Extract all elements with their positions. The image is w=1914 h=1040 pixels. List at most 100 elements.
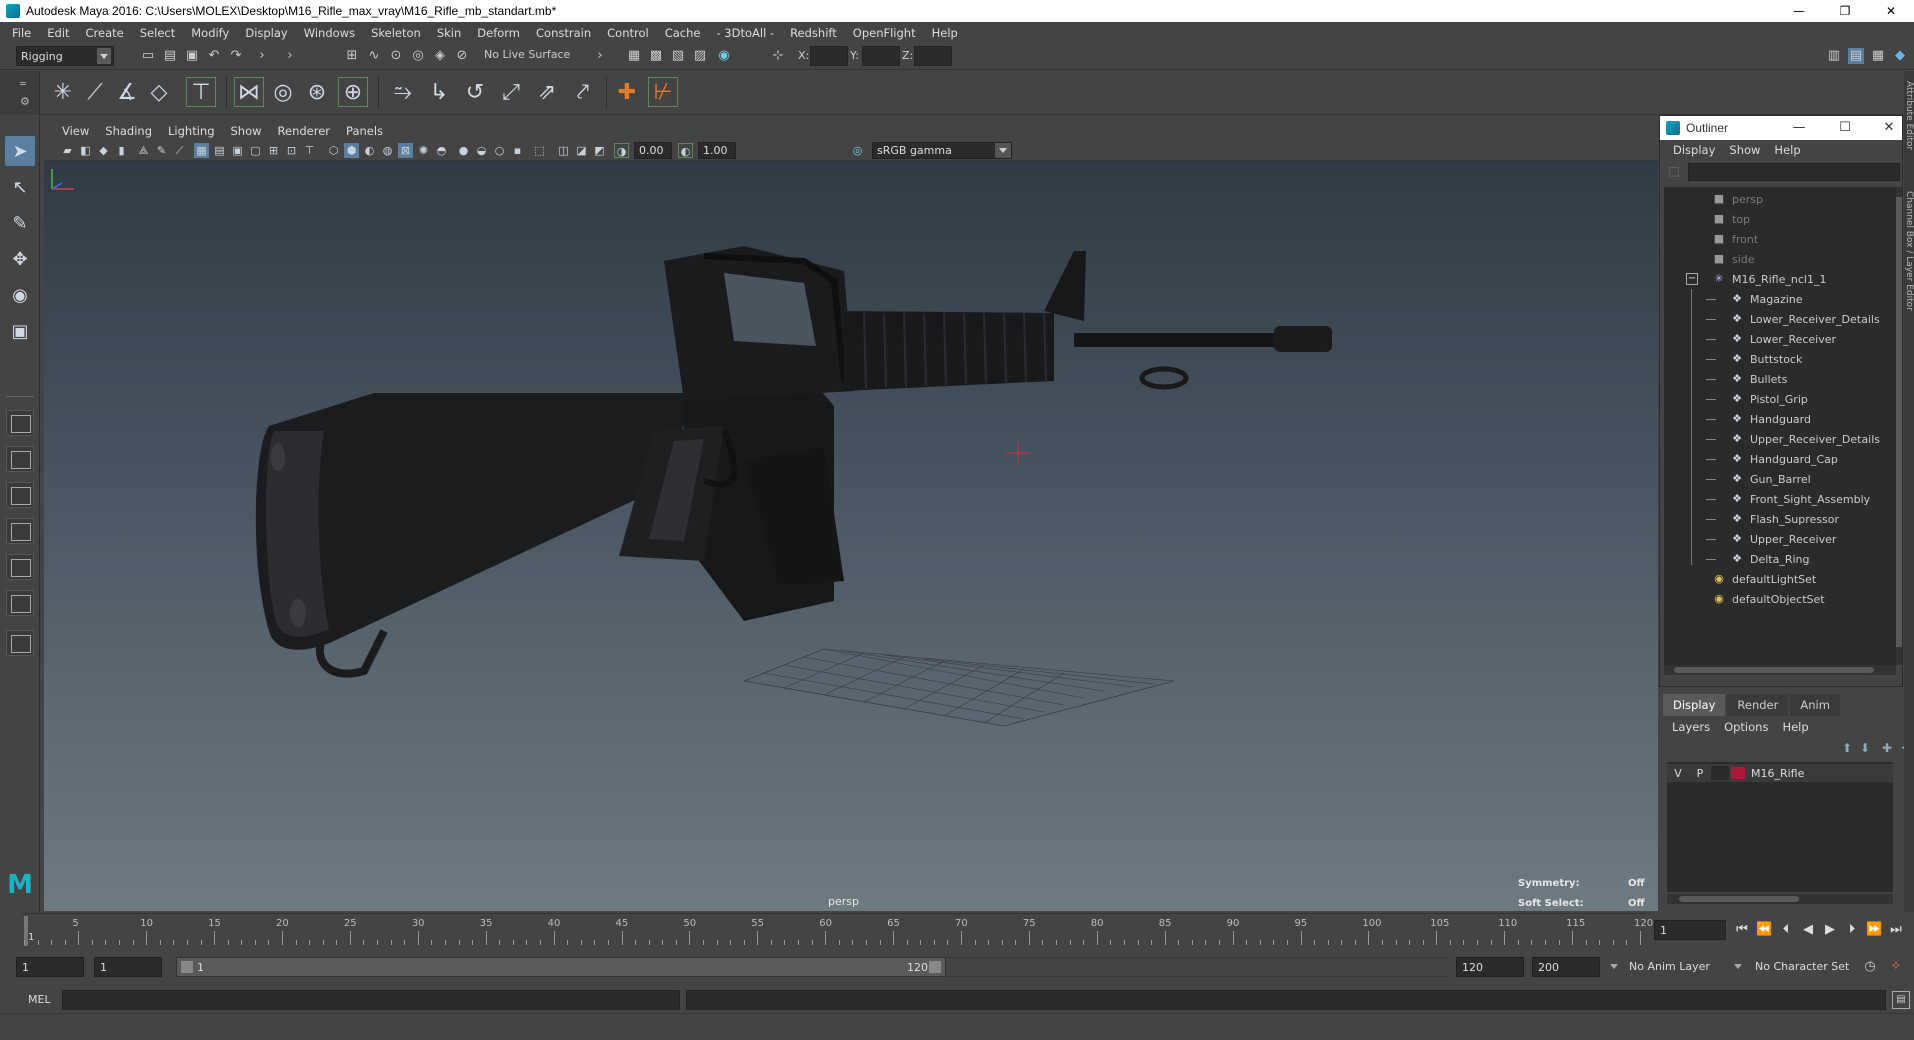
tree-item-camera[interactable]: ■ side <box>1664 249 1896 269</box>
tree-item-mesh[interactable]: ❖ Handguard <box>1664 409 1896 429</box>
scrollbar-thumb[interactable] <box>1896 197 1902 647</box>
attribute-editor-icon[interactable]: ▤ <box>1848 48 1864 64</box>
snap-curve-icon[interactable]: ∿ <box>366 48 382 64</box>
menu-cache[interactable]: Cache <box>657 26 709 40</box>
tree-item-mesh[interactable]: ❖ Gun_Barrel <box>1664 469 1896 489</box>
time-slider[interactable]: 1 5 10 15 20 25 30 35 40 45 50 55 60 65 70 75 80 85 90 95 1… <box>22 913 1653 947</box>
save-scene-icon[interactable]: ▣ <box>184 48 200 64</box>
expand-arrow-icon-3[interactable]: › <box>592 48 608 64</box>
scrollbar-thumb[interactable] <box>1679 896 1799 902</box>
tree-item-mesh[interactable]: ❖ Upper_Receiver <box>1664 529 1896 549</box>
auto-key-icon[interactable]: ◷ <box>1862 959 1878 975</box>
go-to-start-icon[interactable]: ⏮ <box>1734 922 1750 938</box>
multisample-aa-icon[interactable]: ○ <box>492 143 507 158</box>
step-back-frame-icon[interactable]: ⏴ <box>1778 922 1794 938</box>
anim-layer-dropdown[interactable]: No Anim Layer <box>1610 957 1744 977</box>
new-scene-icon[interactable]: ▭ <box>140 48 156 64</box>
gamma-icon[interactable]: ◐ <box>678 143 693 158</box>
tree-item-mesh[interactable]: ❖ Handguard_Cap <box>1664 449 1896 469</box>
channel-box-tab[interactable]: Channel Box / Layer Editor <box>1904 191 1914 311</box>
point-constraint-icon[interactable]: ↳ <box>424 77 454 107</box>
outliner-menu-show[interactable]: Show <box>1722 143 1767 157</box>
go-to-end-icon[interactable]: ⏭ <box>1888 922 1904 938</box>
minimize-button[interactable]: — <box>1776 0 1822 22</box>
tree-item-mesh[interactable]: ❖ Lower_Receiver_Details <box>1664 309 1896 329</box>
exposure-field[interactable]: 0.00 <box>634 142 672 159</box>
group-locator-icon[interactable]: ⊬ <box>648 77 678 107</box>
parent-constraint-icon[interactable]: ⥲ <box>388 77 418 107</box>
outliner-horizontal-scrollbar[interactable] <box>1664 665 1896 675</box>
menu-edit[interactable]: Edit <box>39 26 77 40</box>
shadows-icon[interactable]: ◓ <box>434 143 449 158</box>
aim-constraint-icon[interactable]: ⇗ <box>532 77 562 107</box>
menu-openflight[interactable]: OpenFlight <box>845 26 924 40</box>
tree-item-mesh[interactable]: ❖ Pistol_Grip <box>1664 389 1896 409</box>
tab-display[interactable]: Display <box>1663 694 1726 716</box>
tree-item-mesh[interactable]: ❖ Buttstock <box>1664 349 1896 369</box>
shelf-menu-icon[interactable]: ═ <box>20 79 26 90</box>
pencil-icon[interactable]: ⟋ <box>172 143 187 158</box>
menu-3dtoall[interactable]: - 3DtoAll - <box>708 26 782 40</box>
step-forward-key-icon[interactable]: ⏩ <box>1866 922 1882 938</box>
outliner-close-button[interactable]: ✕ <box>1878 118 1900 138</box>
exposure-icon[interactable]: ◑ <box>614 143 629 158</box>
tab-anim[interactable]: Anim <box>1790 694 1840 716</box>
shelf-gear-icon[interactable]: ⚙ <box>20 95 30 108</box>
script-editor-button[interactable]: ▤ <box>1892 991 1910 1009</box>
outliner-tree[interactable]: ■ persp ■ top ■ front ■ side − ✳ M16_Rifle_nc… <box>1664 187 1896 665</box>
step-back-key-icon[interactable]: ⏪ <box>1756 922 1772 938</box>
film-gate-icon[interactable]: ▤ <box>212 143 227 158</box>
screen-space-ao-icon[interactable]: ● <box>456 143 471 158</box>
insert-joint-icon[interactable]: ⟋ <box>80 77 110 107</box>
viewport-menu-view[interactable]: View <box>54 124 97 138</box>
scrollbar-thumb[interactable] <box>1674 667 1874 673</box>
camera-attributes-icon[interactable]: ◧ <box>78 143 93 158</box>
gamma-field[interactable]: 1.00 <box>698 142 736 159</box>
channel-box-icon[interactable]: ◆ <box>1892 48 1908 64</box>
tree-item-set[interactable]: ◉ defaultObjectSet <box>1664 589 1896 609</box>
safe-title-icon[interactable]: ⊤ <box>302 143 317 158</box>
expand-arrow-icon-2[interactable]: › <box>282 48 298 64</box>
hypershade-icon[interactable]: ◉ <box>716 48 732 64</box>
tree-item-camera[interactable]: ■ persp <box>1664 189 1896 209</box>
undo-icon[interactable]: ↶ <box>206 48 222 64</box>
layer-visibility-toggle[interactable]: V <box>1667 767 1689 780</box>
close-button[interactable]: ✕ <box>1868 0 1914 22</box>
menu-skeleton[interactable]: Skeleton <box>363 26 429 40</box>
menu-select[interactable]: Select <box>132 26 183 40</box>
animation-preferences-icon[interactable]: ✧ <box>1888 959 1904 975</box>
layer-color-swatch[interactable] <box>1731 767 1745 779</box>
layer-row[interactable]: V P M16_Rifle <box>1667 764 1893 782</box>
transform-mode-icon[interactable]: ⊹ <box>770 48 786 64</box>
two-pane-side-layout-icon[interactable] <box>6 482 34 508</box>
joint-tool-icon[interactable]: ✳ <box>48 77 78 107</box>
tree-item-group[interactable]: − ✳ M16_Rifle_ncl1_1 <box>1664 269 1896 289</box>
animation-start-field[interactable]: 1 <box>16 957 84 977</box>
menuset-dropdown[interactable]: Rigging <box>16 46 114 66</box>
menu-deform[interactable]: Deform <box>469 26 528 40</box>
textured-icon[interactable]: ◍ <box>380 143 395 158</box>
viewport-menu-renderer[interactable]: Renderer <box>270 124 339 138</box>
color-space-dropdown[interactable]: sRGB gamma <box>872 142 1012 159</box>
x-field[interactable] <box>810 46 848 66</box>
field-chart-icon[interactable]: ⊞ <box>266 143 281 158</box>
move-layer-up-icon[interactable]: ⬆ <box>1839 741 1855 757</box>
isolate-select-icon[interactable]: ⬚ <box>532 143 547 158</box>
attribute-editor-tab[interactable]: Attribute Editor <box>1904 81 1914 150</box>
snap-edge-icon[interactable]: ⊘ <box>454 48 470 64</box>
bookmark-icon[interactable]: ◆ <box>96 143 111 158</box>
move-tool-icon[interactable]: ✥ <box>5 244 35 274</box>
rotate-tool-icon[interactable]: ◉ <box>5 280 35 310</box>
menu-redshift[interactable]: Redshift <box>782 26 845 40</box>
snap-grid-icon[interactable]: ⊞ <box>344 48 360 64</box>
grid-icon[interactable]: ▦ <box>194 143 209 158</box>
modeling-toolkit-icon[interactable]: ▥ <box>1826 48 1842 64</box>
outliner-minimize-button[interactable]: — <box>1788 118 1810 138</box>
menu-create[interactable]: Create <box>78 26 132 40</box>
render-frame-icon[interactable]: ▩ <box>648 48 664 64</box>
layer-playback-toggle[interactable]: P <box>1689 767 1711 780</box>
resolution-gate-icon[interactable]: ▣ <box>230 143 245 158</box>
menu-file[interactable]: File <box>4 26 39 40</box>
xray-joints-icon[interactable]: ◫ <box>556 143 571 158</box>
backface-culling-icon[interactable]: ◩ <box>592 143 607 158</box>
